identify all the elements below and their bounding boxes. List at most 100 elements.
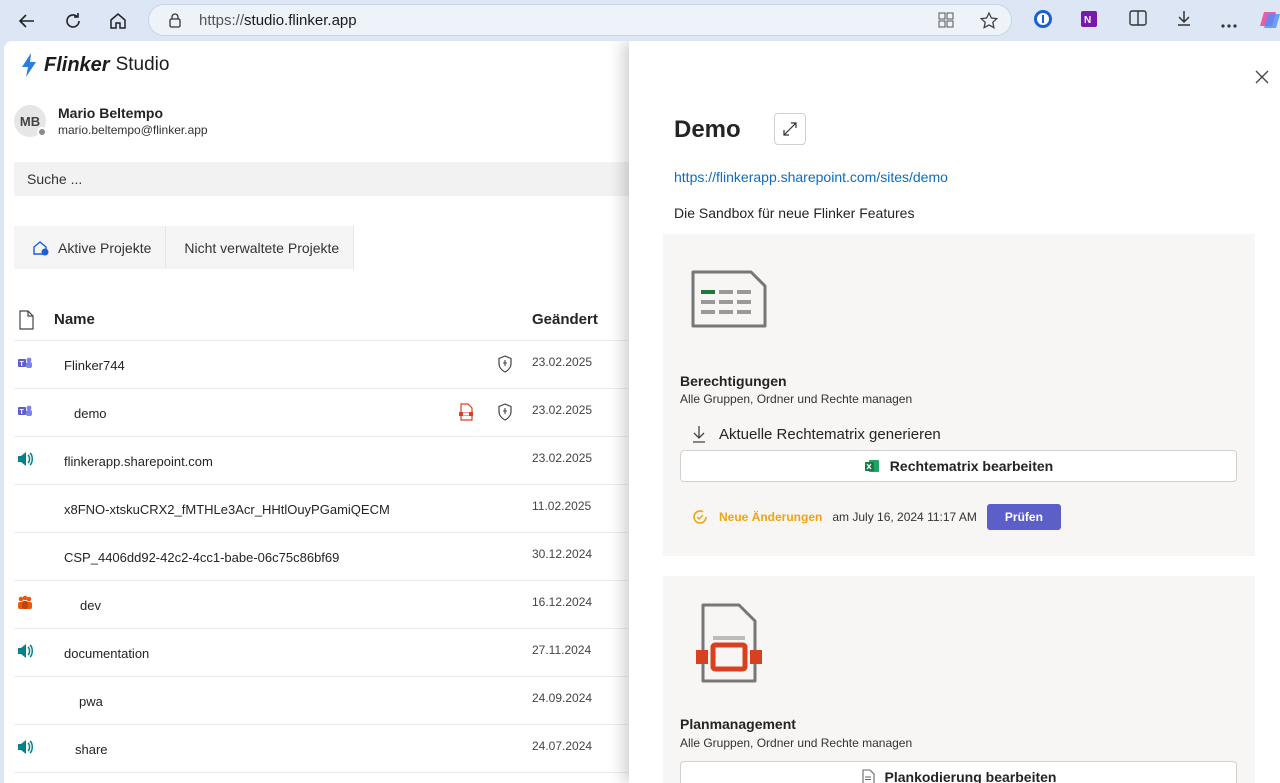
copilot-icon[interactable]: [1260, 8, 1280, 35]
app-logo[interactable]: Flinker Studio: [20, 53, 169, 77]
tab-active-projects[interactable]: Aktive Projekte: [14, 226, 167, 269]
card-subtitle: Alle Gruppen, Ordner und Rechte managen: [680, 736, 913, 750]
avatar-initials: MB: [19, 113, 41, 129]
row-name[interactable]: documentation: [64, 646, 149, 661]
status-label: Neue Änderungen: [719, 510, 823, 524]
permissions-card: Berechtigungen Alle Gruppen, Ordner und …: [663, 234, 1255, 556]
user-email: mario.beltempo@flinker.app: [58, 123, 208, 137]
home-icon[interactable]: [103, 6, 133, 36]
user-name: Mario Beltempo: [58, 105, 164, 121]
sharepoint-icon: [16, 642, 34, 660]
table-row[interactable]: pwa 24.09.2024: [14, 677, 634, 725]
row-date: 11.02.2025: [532, 499, 592, 513]
row-name[interactable]: Flinker744: [64, 358, 125, 373]
row-name[interactable]: share: [75, 742, 108, 757]
column-header-name[interactable]: Name: [54, 311, 95, 328]
row-date: 23.02.2025: [532, 403, 593, 417]
document-icon: [861, 769, 875, 783]
pending-changes-icon: [693, 510, 707, 524]
row-name[interactable]: dev: [80, 598, 101, 613]
changes-status: Neue Änderungen am July 16, 2024 11:17 A…: [691, 504, 1061, 530]
row-date: 27.11.2024: [532, 643, 592, 657]
card-title: Berechtigungen: [680, 373, 787, 389]
presence-indicator: [37, 127, 47, 137]
group-icon: [16, 594, 34, 612]
table-row[interactable]: flinkerapp.sharepoint.com 23.02.2025: [14, 437, 634, 485]
app-page: Flinker Studio MB Mario Beltempo mario.b…: [4, 41, 1280, 783]
status-time: am July 16, 2024 11:17 AM: [832, 510, 977, 524]
expand-icon: [783, 122, 797, 136]
password-manager-icon[interactable]: [1032, 8, 1054, 35]
downloads-icon[interactable]: [1174, 8, 1194, 33]
download-icon: [693, 426, 705, 443]
plan-coding-icon: [693, 602, 765, 689]
table-row[interactable]: T Flinker744 23.02.2025: [14, 341, 634, 389]
generate-matrix-action[interactable]: Aktuelle Rechtematrix generieren: [691, 425, 941, 443]
action-label: Aktuelle Rechtematrix generieren: [719, 425, 941, 443]
back-icon[interactable]: [12, 6, 42, 36]
tab-label: Nicht verwaltete Projekte: [184, 239, 340, 256]
table-row[interactable]: dev 16.12.2024: [14, 581, 634, 629]
browser-toolbar: https://studio.flinker.app N: [0, 0, 1280, 41]
permissions-matrix-icon: [689, 268, 769, 335]
address-bar[interactable]: https://studio.flinker.app: [148, 4, 1012, 36]
app-grid-icon[interactable]: [937, 11, 955, 34]
row-date: 30.12.2024: [532, 547, 593, 561]
row-name[interactable]: pwa: [79, 694, 103, 709]
svg-text:T: T: [20, 409, 25, 416]
shield-icon[interactable]: [497, 355, 513, 378]
tab-label: Aktive Projekte: [58, 239, 152, 256]
plan-management-card: Planmanagement Alle Gruppen, Ordner und …: [663, 576, 1255, 783]
more-menu-icon[interactable]: [1220, 16, 1238, 34]
edit-matrix-button[interactable]: Rechtematrix bearbeiten: [680, 450, 1237, 482]
site-link[interactable]: https://flinkerapp.sharepoint.com/sites/…: [674, 169, 948, 185]
favorite-star-icon[interactable]: [979, 11, 999, 36]
lightning-icon: [22, 53, 36, 77]
detail-panel: Demo https://flinkerapp.sharepoint.com/s…: [629, 41, 1280, 783]
button-label: Plankodierung bearbeiten: [884, 769, 1057, 783]
lock-icon[interactable]: [167, 12, 183, 33]
card-title: Planmanagement: [680, 716, 796, 732]
plan-document-icon[interactable]: [458, 403, 474, 426]
sharepoint-icon: [16, 450, 34, 468]
edit-plan-coding-button[interactable]: Plankodierung bearbeiten: [680, 761, 1237, 783]
home-group-icon: [33, 240, 49, 255]
search-box[interactable]: [14, 162, 634, 196]
row-date: 23.02.2025: [532, 355, 593, 369]
column-header-date[interactable]: Geändert: [532, 311, 598, 328]
list-header: Name Geändert: [14, 299, 634, 341]
sharepoint-icon: [16, 738, 34, 756]
open-external-button[interactable]: [774, 113, 806, 145]
review-button[interactable]: Prüfen: [986, 504, 1061, 530]
row-name[interactable]: CSP_4406dd92-42c2-4cc1-babe-06c75c86bf69: [64, 550, 339, 565]
row-name[interactable]: x8FNO-xtskuCRX2_fMTHLe3Acr_HHtlOuyPGamiQ…: [64, 502, 390, 517]
svg-text:T: T: [20, 361, 25, 368]
tab-unmanaged-projects[interactable]: Nicht verwaltete Projekte: [166, 226, 355, 269]
table-row[interactable]: CSP_4406dd92-42c2-4cc1-babe-06c75c86bf69…: [14, 533, 634, 581]
table-row[interactable]: x8FNO-xtskuCRX2_fMTHLe3Acr_HHtlOuyPGamiQ…: [14, 485, 634, 533]
close-icon[interactable]: [1252, 67, 1272, 87]
row-date: 24.09.2024: [532, 691, 593, 705]
url-text: https://studio.flinker.app: [199, 12, 357, 29]
avatar[interactable]: MB: [14, 105, 47, 137]
card-subtitle: Alle Gruppen, Ordner und Rechte managen: [680, 392, 913, 406]
user-card[interactable]: MB Mario Beltempo mario.beltempo@flinker…: [14, 105, 208, 137]
row-date: 24.07.2024: [532, 739, 593, 753]
project-tabs: Aktive Projekte Nicht verwaltete Projekt…: [14, 226, 355, 269]
split-screen-icon[interactable]: [1128, 8, 1148, 33]
product-name: Studio: [115, 54, 170, 75]
row-name[interactable]: flinkerapp.sharepoint.com: [64, 454, 213, 469]
table-row[interactable]: documentation 27.11.2024: [14, 629, 634, 677]
teams-icon: T: [16, 354, 34, 372]
brand-name: Flinker: [44, 53, 110, 76]
shield-icon[interactable]: [497, 403, 513, 426]
file-type-icon: [18, 310, 34, 335]
row-name[interactable]: demo: [74, 406, 107, 421]
onenote-icon[interactable]: N: [1078, 8, 1100, 35]
refresh-icon[interactable]: [58, 6, 88, 36]
row-date: 23.02.2025: [532, 451, 593, 465]
table-row[interactable]: T demo 23.02.2025: [14, 389, 634, 437]
teams-icon: T: [16, 402, 34, 420]
table-row[interactable]: share 24.07.2024: [14, 725, 634, 773]
search-input[interactable]: [14, 162, 634, 196]
